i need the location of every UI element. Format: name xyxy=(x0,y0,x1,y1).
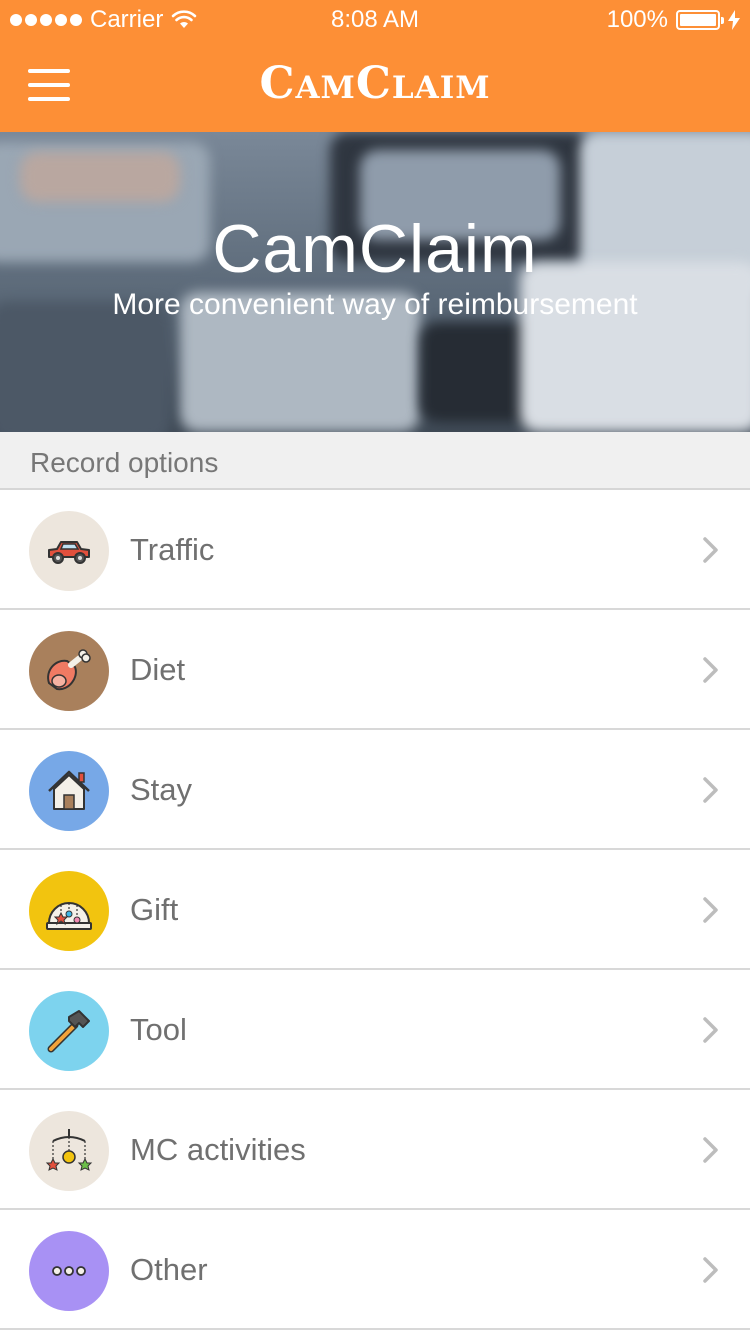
record-options-list: Traffic Diet Stay Gift Tool MC activitie… xyxy=(0,490,750,1330)
hero-banner: CamClaim More convenient way of reimburs… xyxy=(0,132,750,432)
ham-leg-icon xyxy=(29,631,109,711)
navigation-bar: CamClaim xyxy=(0,40,750,132)
battery-icon xyxy=(676,10,724,30)
car-icon xyxy=(29,511,109,591)
app-logo: CamClaim xyxy=(259,58,491,109)
option-mc-activities[interactable]: MC activities xyxy=(0,1090,750,1210)
chevron-right-icon xyxy=(703,1257,718,1283)
option-label: Diet xyxy=(130,652,186,687)
chevron-right-icon xyxy=(703,1137,718,1163)
chevron-right-icon xyxy=(703,777,718,803)
option-label: MC activities xyxy=(130,1132,306,1167)
option-label: Gift xyxy=(130,892,179,927)
hammer-icon xyxy=(29,991,109,1071)
option-label: Traffic xyxy=(130,532,215,567)
banner-subtitle: More convenient way of reimbursement xyxy=(112,288,638,321)
battery-status: 100% xyxy=(607,6,740,34)
option-diet[interactable]: Diet xyxy=(0,610,750,730)
battery-percentage: 100% xyxy=(606,6,668,33)
option-tool[interactable]: Tool xyxy=(0,970,750,1090)
banner-title: CamClaim xyxy=(212,211,538,287)
status-bar: Carrier 8:08 AM 100% xyxy=(0,0,750,40)
top-bar: Carrier 8:08 AM 100% CamClaim xyxy=(0,0,750,132)
section-title: Record options xyxy=(30,447,219,478)
chevron-right-icon xyxy=(703,657,718,683)
option-other[interactable]: Other xyxy=(0,1210,750,1330)
charging-bolt-icon xyxy=(728,10,740,30)
section-header: Record options xyxy=(0,432,750,490)
more-dots-icon xyxy=(29,1231,109,1311)
option-label: Other xyxy=(130,1252,208,1287)
option-traffic[interactable]: Traffic xyxy=(0,490,750,610)
option-label: Tool xyxy=(130,1012,187,1047)
chevron-right-icon xyxy=(703,537,718,563)
option-stay[interactable]: Stay xyxy=(0,730,750,850)
gift-icon xyxy=(29,871,109,951)
house-icon xyxy=(29,751,109,831)
chevron-right-icon xyxy=(703,897,718,923)
option-gift[interactable]: Gift xyxy=(0,850,750,970)
mobile-ornament-icon xyxy=(29,1111,109,1191)
option-label: Stay xyxy=(130,772,193,807)
chevron-right-icon xyxy=(703,1017,718,1043)
